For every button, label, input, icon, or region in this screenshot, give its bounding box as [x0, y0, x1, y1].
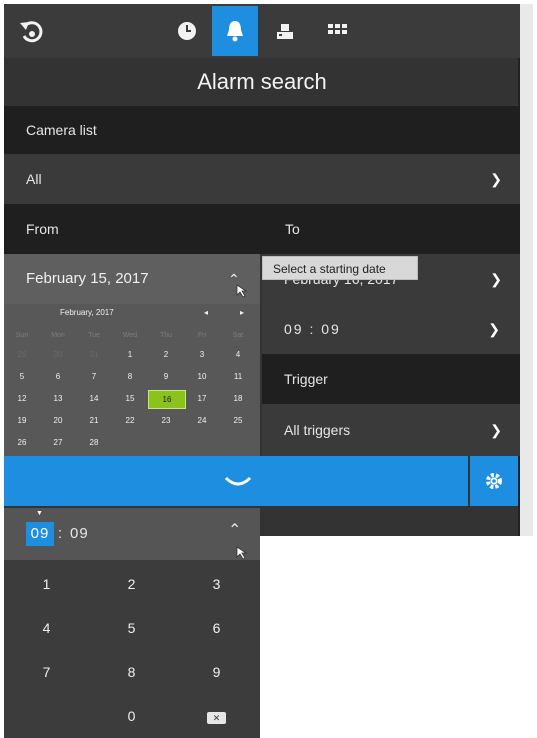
to-time-value: 09 : 09 — [284, 321, 341, 337]
cursor-icon — [236, 284, 248, 298]
weekday-label: Thu — [159, 332, 173, 339]
camera-list-label: Camera list — [4, 106, 520, 154]
weekday-label: Fri — [197, 332, 207, 339]
calendar-day[interactable]: 2 — [148, 346, 184, 363]
calendar-day[interactable]: 24 — [184, 412, 220, 429]
chevron-down-icon: ❯ — [490, 271, 502, 287]
calendar-day[interactable]: 4 — [220, 346, 256, 363]
numeric-keypad: 1 2 3 4 5 6 7 8 9 0 ✕ — [4, 560, 260, 738]
calendar-day[interactable]: 23 — [148, 412, 184, 429]
time-separator: : — [58, 525, 63, 542]
chevron-down-icon: ❯ — [490, 422, 502, 438]
prev-month-button[interactable]: ◂ — [204, 308, 208, 317]
tab-playback[interactable] — [164, 6, 210, 56]
caret-marker: ▼ — [36, 510, 43, 517]
calendar-day[interactable]: 14 — [76, 390, 112, 407]
calendar-day[interactable]: 26 — [4, 434, 40, 451]
keypad-key-2[interactable]: 2 — [89, 562, 174, 606]
trigger-value: All triggers — [284, 422, 351, 438]
calendar-day[interactable]: 12 — [4, 390, 40, 407]
calendar-day[interactable]: 13 — [40, 390, 76, 407]
camera-select[interactable]: All ❯ — [4, 154, 520, 204]
calendar-day[interactable]: 31 — [76, 346, 112, 363]
clock-icon — [178, 22, 196, 40]
calendar-day[interactable]: 30 — [40, 346, 76, 363]
calendar-day[interactable]: 22 — [112, 412, 148, 429]
tooltip: Select a starting date — [262, 256, 418, 280]
calendar-day[interactable]: 6 — [40, 368, 76, 385]
calendar-day[interactable]: 16 — [148, 390, 186, 409]
recorder-icon — [277, 24, 293, 39]
collapse-icon — [224, 476, 252, 486]
calendar-day[interactable]: 17 — [184, 390, 220, 407]
keypad-key-5[interactable]: 5 — [89, 606, 174, 650]
calendar-day[interactable]: 3 — [184, 346, 220, 363]
minute-field[interactable]: 09 — [70, 522, 89, 546]
calendar-day[interactable]: 21 — [76, 412, 112, 429]
tab-recorder[interactable] — [262, 6, 308, 56]
rotate-back-icon — [20, 21, 43, 43]
chevron-down-icon: ❯ — [490, 171, 502, 187]
scroll-strip[interactable] — [520, 4, 533, 536]
weekday-label: Wed — [122, 332, 138, 339]
gear-icon — [486, 473, 502, 489]
trigger-label: Trigger — [262, 354, 520, 404]
grid-icon — [328, 24, 347, 34]
chevron-up-icon[interactable]: ⌃ — [228, 520, 241, 540]
calendar-day[interactable]: 27 — [40, 434, 76, 451]
range-label-row — [4, 204, 520, 254]
calendar-day[interactable]: 9 — [148, 368, 184, 385]
from-label: From — [26, 221, 59, 237]
cursor-icon — [236, 546, 248, 560]
to-label: To — [285, 221, 300, 237]
backspace-button[interactable]: ✕ — [174, 694, 259, 738]
calendar-day[interactable]: 10 — [184, 368, 220, 385]
keypad-key-9[interactable]: 9 — [174, 650, 259, 694]
calendar-header: February, 2017 ◂ ▸ — [4, 308, 260, 322]
date-picker-calendar: February, 2017 ◂ ▸ Sun Mon Tue Wed Thu Fri Sat… — [4, 304, 260, 456]
calendar-day[interactable]: 29 — [4, 346, 40, 363]
keypad-key-4[interactable]: 4 — [4, 606, 89, 650]
page-title: Alarm search — [197, 69, 327, 94]
weekday-label: Sun — [15, 332, 29, 339]
from-date-select[interactable]: February 15, 2017 ⌃ — [4, 254, 260, 304]
keypad-key-0[interactable]: 0 — [89, 694, 174, 738]
keypad-key-8[interactable]: 8 — [89, 650, 174, 694]
tab-alarm[interactable] — [212, 6, 258, 56]
calendar-day[interactable]: 28 — [76, 434, 112, 451]
camera-select-value: All — [26, 171, 42, 187]
weekday-label: Sat — [232, 332, 244, 339]
search-bar[interactable] — [4, 456, 468, 506]
weekday-label: Tue — [88, 332, 100, 339]
calendar-day[interactable]: 20 — [40, 412, 76, 429]
calendar-month: February, 2017 — [60, 308, 114, 317]
from-time-input[interactable]: ▼ 09 : 09 ⌃ — [4, 508, 260, 560]
hour-field[interactable]: 09 — [26, 522, 54, 546]
calendar-day[interactable]: 11 — [220, 368, 256, 385]
back-button[interactable] — [14, 14, 48, 48]
to-time-select[interactable]: 09 : 09 ❯ — [262, 304, 520, 354]
weekday-label: Mon — [51, 332, 65, 339]
keypad-key-3[interactable]: 3 — [174, 562, 259, 606]
keypad-key-6[interactable]: 6 — [174, 606, 259, 650]
keypad-key-7[interactable]: 7 — [4, 650, 89, 694]
calendar-day[interactable]: 18 — [220, 390, 256, 407]
calendar-day[interactable]: 1 — [112, 346, 148, 363]
calendar-day[interactable]: 19 — [4, 412, 40, 429]
calendar-day[interactable]: 7 — [76, 368, 112, 385]
next-month-button[interactable]: ▸ — [240, 308, 244, 317]
calendar-day[interactable]: 5 — [4, 368, 40, 385]
calendar-day[interactable]: 25 — [220, 412, 256, 429]
calendar-day[interactable]: 15 — [112, 390, 148, 407]
bell-icon — [227, 21, 243, 42]
trigger-select[interactable]: All triggers ❯ — [262, 404, 520, 456]
from-date-value: February 15, 2017 — [26, 270, 149, 287]
backspace-icon: ✕ — [206, 712, 227, 724]
settings-button[interactable] — [470, 456, 518, 506]
chevron-down-icon: ❯ — [488, 321, 502, 337]
calendar-day[interactable]: 8 — [112, 368, 148, 385]
tab-layout[interactable] — [314, 6, 360, 56]
keypad-key-1[interactable]: 1 — [4, 562, 89, 606]
